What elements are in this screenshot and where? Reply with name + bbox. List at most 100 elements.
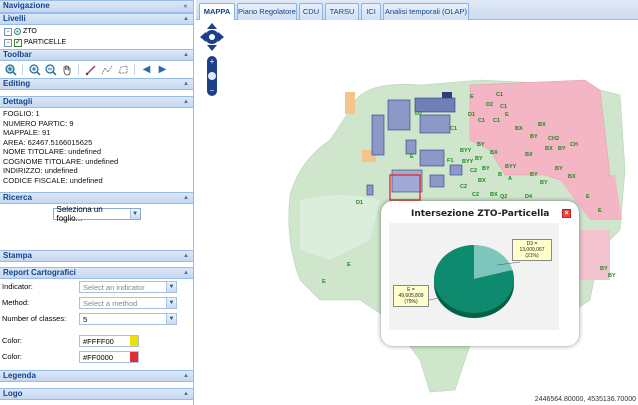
detail-indirizzo: INDIRIZZO: undefined [3,166,78,175]
layer-item-particelle[interactable]: − ✓ PARTICELLE [0,37,193,48]
zone-pink-southeast [580,230,610,280]
next-extent-icon[interactable]: ▶ [156,63,169,76]
color1-swatch[interactable] [130,336,138,346]
zoom-in-icon[interactable] [28,63,41,76]
detail-foglio: FOGLIO: 1 [3,109,40,118]
foglio-select[interactable]: Seleziona un foglio... ▼ [52,205,141,223]
panel-header-editing[interactable]: Editing ▲ [0,78,193,90]
chart-popup: Intersezione ZTO-Particella × D3 = 13,00… [381,201,579,346]
panel-header-toolbar[interactable]: Toolbar ▲ [0,49,193,61]
svg-text:BX: BX [568,174,576,180]
previous-extent-icon[interactable]: ◀ [140,63,153,76]
parcel[interactable] [419,149,445,167]
parcel[interactable] [419,114,451,134]
tab-label: MAPPA [203,7,231,16]
svg-text:D2: D2 [415,111,422,117]
collapse-legend-icon[interactable]: ▲ [182,372,190,380]
detail-mappale: MAPPALE: 91 [3,128,51,137]
pan-arrows-icon[interactable] [200,23,224,51]
layer-item-zto[interactable]: − ZTO [0,26,193,37]
foglio-select-value: Seleziona un foglio... [56,205,103,223]
measure-area-icon[interactable] [116,63,129,76]
color2-swatch[interactable] [130,352,138,362]
parcel[interactable] [414,97,456,113]
svg-text:C2: C2 [460,184,467,190]
parcel[interactable] [387,99,411,131]
chevron-down-icon[interactable]: ▼ [129,209,140,219]
panel-title-report: Report Cartografici [3,268,76,277]
parcel[interactable] [449,164,463,176]
tab-piano-regolatore[interactable]: Piano Regolatore [237,3,297,20]
panel-header-logo[interactable]: Logo ▲ [0,388,193,400]
indicator-select[interactable]: Select an indicator ▼ [79,281,177,293]
panel-title-editing: Editing [3,79,31,88]
tab-cdu[interactable]: CDU [299,3,323,20]
panel-title-logo: Logo [3,389,23,398]
color2-field[interactable]: #FF0000 [79,351,139,363]
zoom-extent-icon[interactable] [4,63,17,76]
parcel[interactable] [442,92,452,98]
svg-text:E: E [410,154,414,160]
panel-header-report[interactable]: Report Cartografici ▲ [0,267,193,279]
classes-label: Number of classes: [2,314,67,323]
parcel[interactable] [429,174,445,188]
layer-checkbox-particelle[interactable]: ✓ [14,38,22,47]
collapse-report-icon[interactable]: ▲ [182,269,190,277]
svg-text:BYY: BYY [462,159,474,165]
color1-field[interactable]: #FFFF00 [79,335,139,347]
collapse-panel-button[interactable]: « [179,2,192,12]
method-select[interactable]: Select a method ▼ [79,297,177,309]
chevron-down-icon[interactable]: ▼ [166,314,176,324]
svg-text:BY: BY [530,134,538,140]
indicator-row: Indicator: Select an indicator ▼ [0,280,193,296]
expand-icon[interactable]: − [4,27,12,36]
svg-text:BY: BY [608,273,616,279]
collapse-print-icon[interactable]: ▲ [182,252,190,260]
close-icon[interactable]: × [562,209,571,218]
pan-hand-icon[interactable] [60,63,73,76]
tab-analisi-temporali[interactable]: Analisi temporali (OLAP) [383,3,469,20]
zoom-slider[interactable]: + − [207,56,217,96]
svg-text:F1: F1 [447,158,453,164]
measure-path-icon[interactable] [100,63,113,76]
panel-title-legend: Legenda [3,371,36,380]
classes-select[interactable]: 5 ▼ [79,313,177,325]
svg-text:BY: BY [530,172,538,178]
layer-label: PARTICELLE [24,39,67,46]
tab-ici[interactable]: ICI [361,3,381,20]
parcel[interactable] [371,114,385,156]
parcel[interactable] [391,169,423,193]
toolbar-separator [22,64,23,75]
svg-text:E: E [322,279,326,285]
chevron-down-icon[interactable]: ▼ [166,282,176,292]
tab-tarsu[interactable]: TARSU [325,3,359,20]
parcel[interactable] [366,184,374,196]
svg-text:CH2: CH2 [548,136,559,142]
svg-text:C2: C2 [470,168,477,174]
zoom-out-icon[interactable] [44,63,57,76]
svg-text:Q2: Q2 [500,194,507,200]
parcel[interactable] [405,139,417,155]
layer-radio-zto[interactable] [14,28,21,35]
color1-value: #FFFF00 [83,336,114,346]
panel-title-layers: Livelli [3,14,26,23]
svg-text:−: − [210,86,215,95]
panel-header-navigation[interactable]: Navigazione [0,0,193,13]
panel-header-search[interactable]: Ricerca ▲ [0,192,193,204]
map-pan-zoom-control: + − [200,22,226,102]
collapse-logo-icon[interactable]: ▲ [182,390,190,398]
panel-header-layers[interactable]: Livelli ▲ [0,13,193,25]
collapse-editing-icon[interactable]: ▲ [182,80,190,88]
collapse-toolbar-icon[interactable]: ▲ [182,51,190,59]
panel-header-legend[interactable]: Legenda ▲ [0,370,193,382]
chevron-down-icon[interactable]: ▼ [166,298,176,308]
detail-area: AREA: 62467.5166015625 [3,137,93,147]
measure-line-icon[interactable] [84,63,97,76]
panel-header-details[interactable]: Dettagli ▲ [0,96,193,108]
expand-icon[interactable]: − [4,38,12,47]
panel-header-print[interactable]: Stampa ▲ [0,250,193,262]
collapse-layers-icon[interactable]: ▲ [182,15,190,23]
tab-mappa[interactable]: MAPPA [199,3,235,21]
collapse-search-icon[interactable]: ▲ [182,194,190,202]
collapse-details-icon[interactable]: ▲ [182,98,190,106]
